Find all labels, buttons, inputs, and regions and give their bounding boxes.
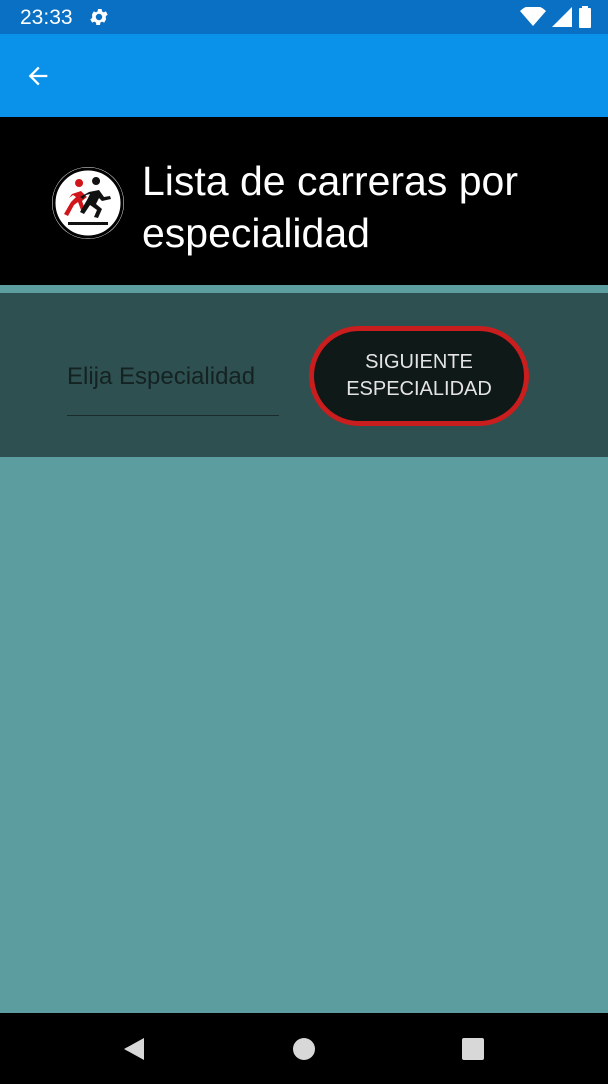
recents-square-icon[interactable] xyxy=(459,1035,487,1063)
races-list-area xyxy=(0,457,608,1013)
status-bar: 23:33 xyxy=(0,0,608,34)
page-header: Lista de carreras por especialidad xyxy=(0,117,608,285)
system-nav-bar xyxy=(0,1013,608,1084)
page-title: Lista de carreras por especialidad xyxy=(142,158,519,256)
battery-icon xyxy=(579,6,591,28)
wifi-icon xyxy=(520,7,546,26)
specialty-controls: Elija Especialidad SIGUIENTE ESPECIALIDA… xyxy=(0,293,608,457)
cell-signal-icon xyxy=(552,7,572,27)
back-triangle-icon[interactable] xyxy=(120,1035,148,1063)
specialty-picker-label: Elija Especialidad xyxy=(67,363,256,390)
home-circle-icon[interactable] xyxy=(290,1035,318,1063)
status-time: 23:33 xyxy=(20,6,73,29)
specialty-picker[interactable]: Elija Especialidad xyxy=(67,355,279,416)
next-specialty-button-label: SIGUIENTE ESPECIALIDAD xyxy=(346,351,492,400)
next-specialty-button[interactable]: SIGUIENTE ESPECIALIDAD xyxy=(309,326,529,426)
app-bar xyxy=(0,34,608,117)
arrow-back-icon xyxy=(28,66,48,86)
divider-strip xyxy=(0,285,608,293)
runners-logo-icon xyxy=(52,167,124,239)
settings-gear-icon xyxy=(90,9,108,25)
back-button[interactable] xyxy=(18,56,58,96)
